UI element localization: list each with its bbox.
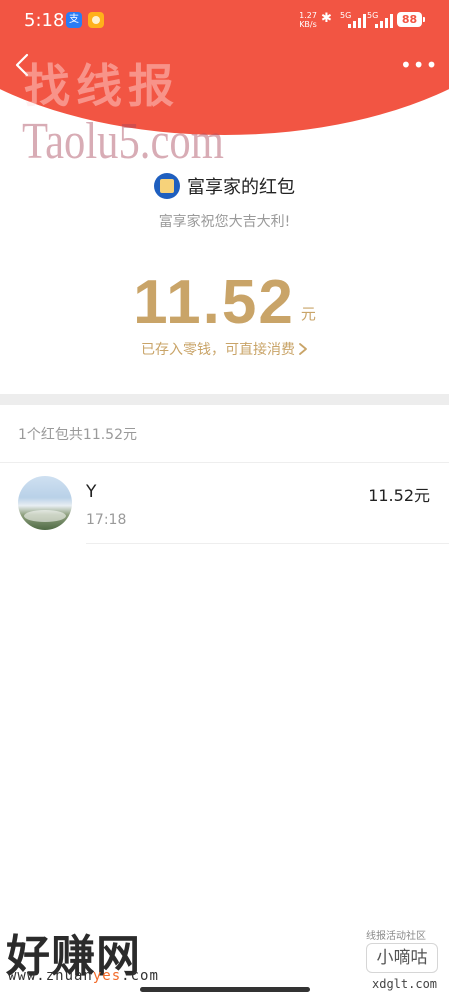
sender-logo-icon [154,173,180,199]
home-indicator[interactable] [140,987,310,992]
watermark-url-part-a: www.zhuan [8,968,93,984]
network-speed: 1.27 KB/s [299,11,317,29]
watermark-url-part-c: .com [121,968,159,984]
signal-icon-2: 5G [367,12,393,28]
battery-icon: 88 [397,12,425,27]
section-divider [0,394,449,405]
watermark-bottom-url: www.zhuanyes.com [8,968,159,984]
watermark-right-caption: 线报活动社区 [366,931,426,942]
receive-time: 17:18 [86,512,127,528]
red-packet-detail-page: 5:18 支 1.27 KB/s ✱ 5G 5G 88 ••• 找线报 Taol… [0,0,449,1000]
amount-unit: 元 [300,305,316,323]
receiver-name: Y [86,482,97,502]
chevron-right-icon [299,343,307,355]
saved-text: 已存入零钱，可直接消费 [141,342,295,358]
sender-row: 富享家的红包 [0,172,449,200]
signal-icon: 5G [340,12,366,28]
app-notification-icon [88,12,104,28]
saved-to-change-link[interactable]: 已存入零钱，可直接消费 [0,339,449,359]
watermark-url-part-b: yes [92,968,122,984]
bluetooth-icon: ✱ [321,11,332,26]
status-bar: 5:18 支 1.27 KB/s ✱ 5G 5G 88 [0,0,449,42]
receive-amount: 11.52元 [368,486,430,505]
status-time: 5:18 [24,10,65,31]
alipay-notification-icon: 支 [66,12,82,28]
more-dots-icon[interactable]: ••• [400,54,437,76]
watermark-top-cn: 找线报 [24,59,180,113]
amount-value: 11.52 [133,268,295,337]
wish-text: 富享家祝您大吉大利! [158,214,291,230]
amount-row: 11.52 元 [0,258,449,338]
watermark-right-box: 小嘀咕 [366,943,438,973]
sender-name: 富享家的红包 [187,177,295,198]
divider [86,543,449,544]
watermark-top-en: Taolu5.com [22,113,224,170]
avatar[interactable] [18,476,72,530]
list-item[interactable]: Y 17:18 11.52元 [0,463,449,544]
watermark-right-url: xdglt.com [372,977,438,991]
records-summary: 1个红包共11.52元 [18,427,137,443]
